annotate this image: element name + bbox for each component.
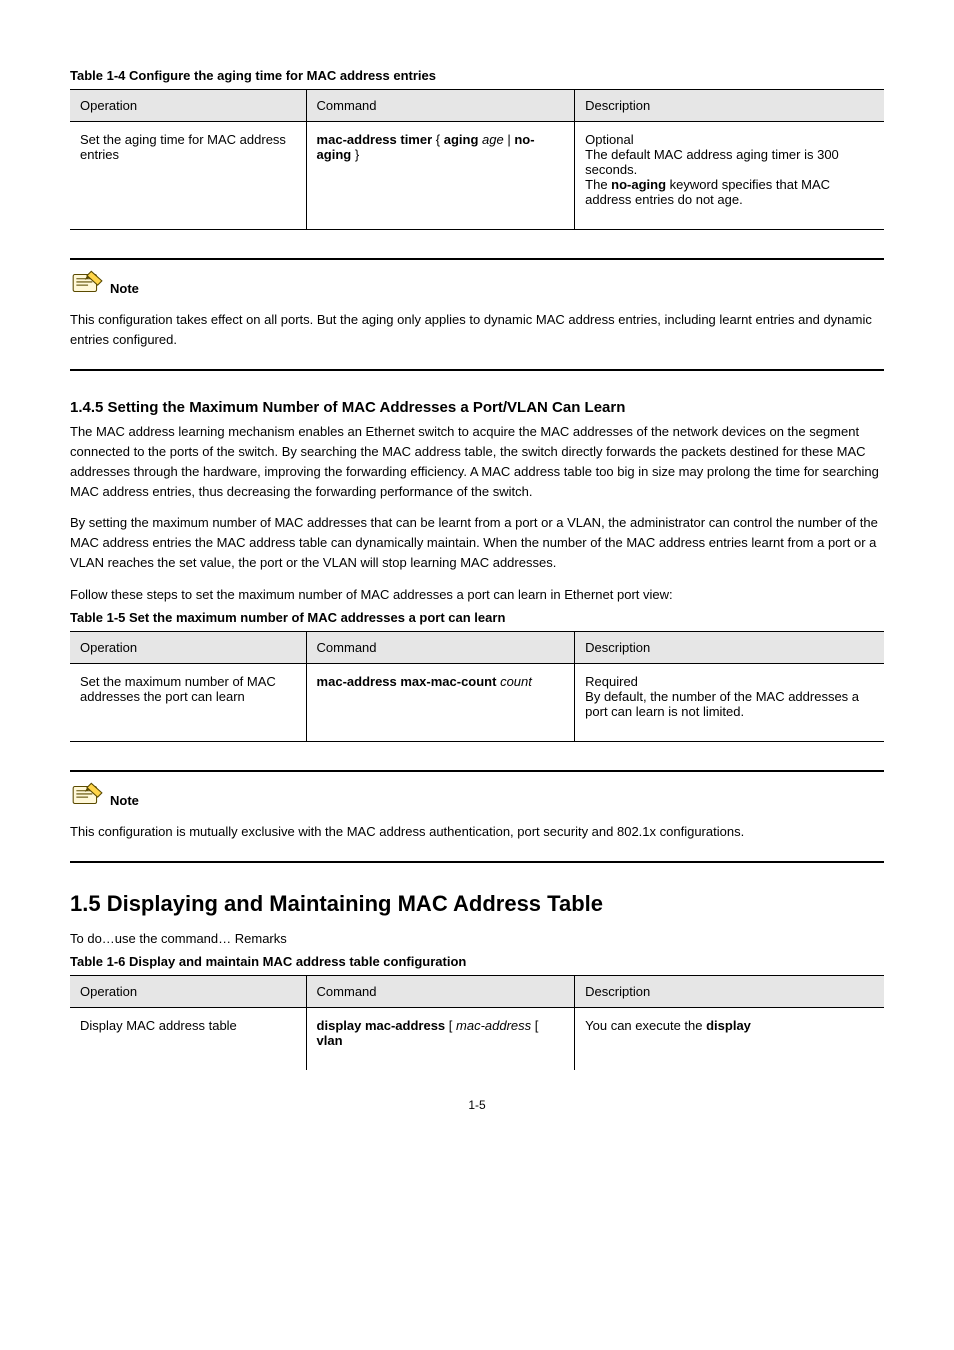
- desc-line: Required: [585, 674, 874, 689]
- desc-kw: no-aging: [611, 177, 666, 192]
- follow-steps: Follow these steps to set the maximum nu…: [70, 587, 884, 602]
- desc-kw: display: [706, 1018, 751, 1033]
- cmd-kw: mac-address timer: [317, 132, 433, 147]
- cell-operation: Set the aging time for MAC address entri…: [70, 122, 306, 230]
- desc-line: The no-aging keyword specifies that MAC …: [585, 177, 874, 207]
- cmd-txt: {: [432, 132, 444, 147]
- table-header-row: Operation Command Description: [70, 631, 884, 663]
- cmd-txt: [: [531, 1018, 538, 1033]
- table-1-5: Operation Command Description Set the ma…: [70, 631, 884, 742]
- cell-command: mac-address max-mac-count count: [306, 663, 575, 741]
- desc-txt: The: [585, 177, 611, 192]
- note-label: Note: [110, 793, 139, 808]
- heading-1-4-5: 1.4.5 Setting the Maximum Number of MAC …: [70, 399, 884, 416]
- desc-line: The default MAC address aging timer is 3…: [585, 147, 874, 177]
- table-1-4: Operation Command Description Set the ag…: [70, 89, 884, 230]
- cmd-kw: aging: [444, 132, 479, 147]
- body-paragraph: The MAC address learning mechanism enabl…: [70, 422, 884, 503]
- note-icon: [70, 270, 104, 296]
- table-row: Set the maximum number of MAC addresses …: [70, 663, 884, 741]
- cell-command: mac-address timer { aging age | no-aging…: [306, 122, 575, 230]
- cmd-arg: age: [482, 132, 504, 147]
- col-operation: Operation: [70, 631, 306, 663]
- note-label: Note: [110, 281, 139, 296]
- cmd-txt: }: [351, 147, 359, 162]
- table-caption-1-5: Table 1-5 Set the maximum number of MAC …: [70, 610, 884, 625]
- cmd-txt: [: [445, 1018, 456, 1033]
- table-header-row: Operation Command Description: [70, 90, 884, 122]
- page: Table 1-4 Configure the aging time for M…: [0, 0, 954, 1172]
- cell-operation: Display MAC address table: [70, 1008, 306, 1071]
- table-row: Display MAC address table display mac-ad…: [70, 1008, 884, 1071]
- col-operation: Operation: [70, 976, 306, 1008]
- cmd-arg: mac-address: [456, 1018, 531, 1033]
- table-caption-1-4: Table 1-4 Configure the aging time for M…: [70, 68, 884, 83]
- cmd-txt: |: [504, 132, 515, 147]
- cell-description: Required By default, the number of the M…: [575, 663, 884, 741]
- col-command: Command: [306, 90, 575, 122]
- table-header-row: Operation Command Description: [70, 976, 884, 1008]
- page-number: 1-5: [70, 1098, 884, 1112]
- cell-description: Optional The default MAC address aging t…: [575, 122, 884, 230]
- table-caption-1-6: Table 1-6 Display and maintain MAC addre…: [70, 954, 884, 969]
- note-text: This configuration takes effect on all p…: [70, 310, 884, 349]
- desc-line: By default, the number of the MAC addres…: [585, 689, 874, 719]
- col-command: Command: [306, 631, 575, 663]
- cell-operation: Set the maximum number of MAC addresses …: [70, 663, 306, 741]
- cell-command: display mac-address [ mac-address [ vlan: [306, 1008, 575, 1071]
- cell-description: You can execute the display: [575, 1008, 884, 1071]
- note-head: Note: [70, 782, 884, 808]
- col-description: Description: [575, 976, 884, 1008]
- col-operation: Operation: [70, 90, 306, 122]
- body-paragraph: By setting the maximum number of MAC add…: [70, 513, 884, 573]
- desc-line: Optional: [585, 132, 874, 147]
- cmd-arg: count: [500, 674, 532, 689]
- table-row: Set the aging time for MAC address entri…: [70, 122, 884, 230]
- note-head: Note: [70, 270, 884, 296]
- cmd-kw: display mac-address: [317, 1018, 446, 1033]
- cmd-kw: mac-address max-mac-count: [317, 674, 497, 689]
- heading-1-5: 1.5 Displaying and Maintaining MAC Addre…: [70, 891, 884, 917]
- note-block: Note This configuration is mutually excl…: [70, 770, 884, 864]
- note-block: Note This configuration takes effect on …: [70, 258, 884, 371]
- follow-steps: To do…use the command… Remarks: [70, 931, 884, 946]
- desc-txt: You can execute the: [585, 1018, 706, 1033]
- cmd-kw: vlan: [317, 1033, 343, 1048]
- note-text: This configuration is mutually exclusive…: [70, 822, 884, 842]
- note-icon: [70, 782, 104, 808]
- table-1-6: Operation Command Description Display MA…: [70, 975, 884, 1070]
- col-command: Command: [306, 976, 575, 1008]
- col-description: Description: [575, 631, 884, 663]
- col-description: Description: [575, 90, 884, 122]
